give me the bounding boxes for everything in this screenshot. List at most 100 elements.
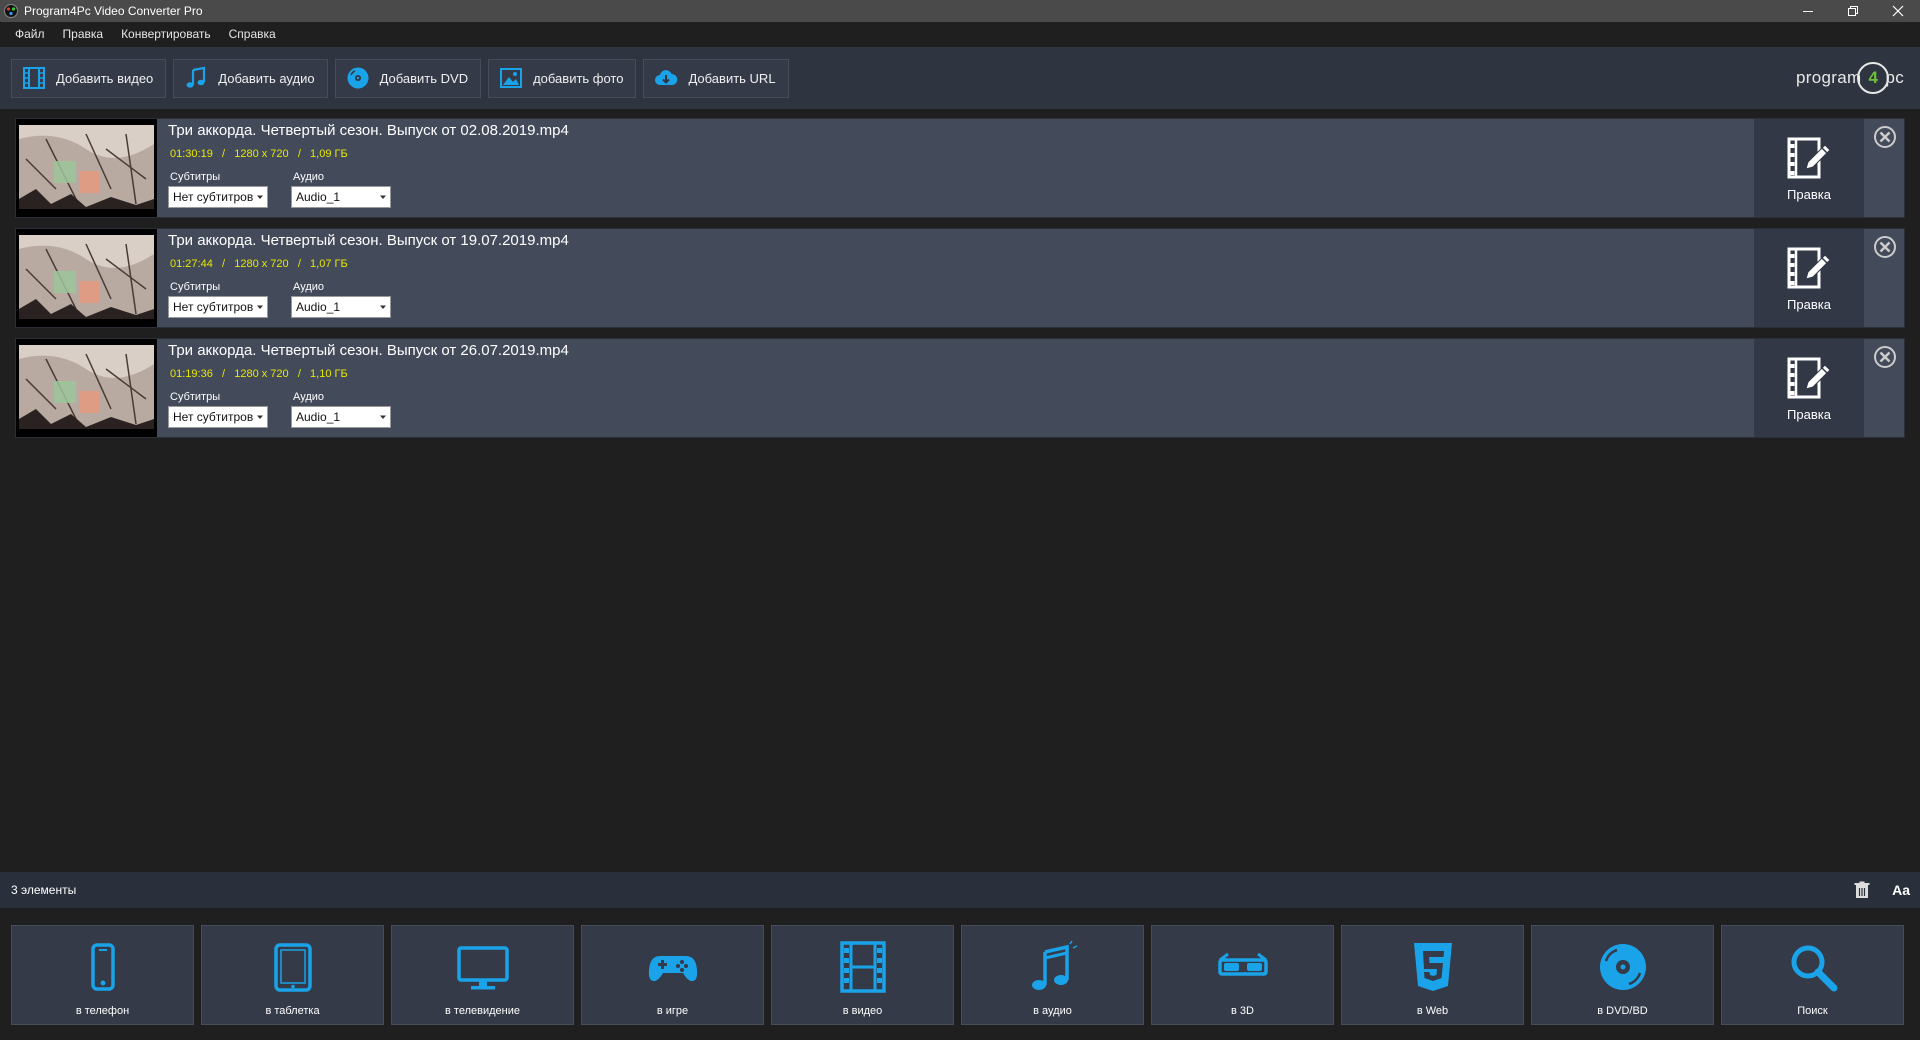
subtitles-label: Субтитры xyxy=(170,281,221,293)
close-window-button[interactable] xyxy=(1875,0,1920,22)
audio-value: Audio_1 xyxy=(296,190,341,204)
phone-icon xyxy=(90,943,115,991)
tv-icon xyxy=(456,946,509,990)
subtitles-select[interactable]: Нет субтитров xyxy=(168,296,268,318)
search-button[interactable]: Поиск xyxy=(1721,925,1904,1025)
3d-glasses-icon xyxy=(1217,952,1268,976)
video-thumbnail[interactable] xyxy=(16,119,157,217)
minimize-button[interactable] xyxy=(1785,0,1830,22)
subtitles-dropdown-arrow[interactable] xyxy=(253,297,267,317)
format-bar: в телефон в таблетка в телевидение в игр… xyxy=(0,908,1920,1040)
menu-help[interactable]: Справка xyxy=(220,22,285,47)
minimize-icon xyxy=(1802,11,1813,12)
audio-label: Аудио xyxy=(293,171,325,183)
chevron-down-icon xyxy=(257,195,263,199)
add-photo-button[interactable]: добавить фото xyxy=(488,58,637,98)
chevron-down-icon xyxy=(257,415,263,419)
music-note-icon xyxy=(186,66,206,88)
close-icon xyxy=(1892,5,1903,17)
audio-label: Аудио xyxy=(293,281,325,293)
cloud-download-icon xyxy=(655,70,678,85)
file-row[interactable]: Три аккорда. Четвертый сезон. Выпуск от … xyxy=(15,228,1905,328)
add-url-label: Добавить URL xyxy=(688,70,776,86)
subtitles-select[interactable]: Нет субтитров xyxy=(168,406,268,428)
audio-dropdown-arrow[interactable] xyxy=(376,187,390,207)
toolbar: Добавить видео Добавить аудио Добавить D… xyxy=(0,47,1920,109)
disc-icon xyxy=(347,67,369,89)
window-controls xyxy=(1785,0,1920,22)
to-web-button[interactable]: в Web xyxy=(1341,925,1524,1025)
app-logo-icon xyxy=(4,4,18,18)
restore-icon xyxy=(1847,6,1858,16)
file-name: Три аккорда. Четвертый сезон. Выпуск от … xyxy=(168,232,569,249)
subtitles-label: Субтитры xyxy=(170,171,221,183)
restore-button[interactable] xyxy=(1830,0,1875,22)
add-audio-button[interactable]: Добавить аудио xyxy=(173,58,328,98)
to-dvd-bd-button[interactable]: в DVD/BD xyxy=(1531,925,1714,1025)
to-audio-button[interactable]: в аудио xyxy=(961,925,1144,1025)
add-url-button[interactable]: Добавить URL xyxy=(643,58,789,98)
subtitles-select[interactable]: Нет субтитров xyxy=(168,186,268,208)
tablet-icon xyxy=(273,943,312,992)
format-label: в таблетка xyxy=(265,1005,320,1017)
remove-file-button[interactable] xyxy=(1873,345,1897,369)
audio-dropdown-arrow[interactable] xyxy=(376,407,390,427)
edit-button[interactable]: Правка xyxy=(1754,229,1864,327)
to-tablet-button[interactable]: в таблетка xyxy=(201,925,384,1025)
chevron-down-icon xyxy=(380,415,386,419)
audio-value: Audio_1 xyxy=(296,410,341,424)
gamepad-icon xyxy=(648,956,697,982)
to-game-button[interactable]: в игре xyxy=(581,925,764,1025)
item-count: 3 элементы xyxy=(11,883,77,897)
audio-select[interactable]: Audio_1 xyxy=(291,296,391,318)
add-dvd-label: Добавить DVD xyxy=(379,70,469,86)
file-row[interactable]: Три аккорда. Четвертый сезон. Выпуск от … xyxy=(15,338,1905,438)
edit-film-icon xyxy=(1787,247,1831,288)
file-meta: 01:30:19 / 1280 x 720 / 1,09 ГБ xyxy=(170,148,348,160)
remove-file-button[interactable] xyxy=(1873,235,1897,259)
format-label: в DVD/BD xyxy=(1597,1005,1648,1017)
audio-select[interactable]: Audio_1 xyxy=(291,406,391,428)
format-label: в телефон xyxy=(75,1005,130,1017)
status-icons: Aa xyxy=(1854,872,1910,908)
video-thumbnail[interactable] xyxy=(16,339,157,437)
format-label: в игре xyxy=(656,1005,689,1017)
remove-file-button[interactable] xyxy=(1873,125,1897,149)
edit-label: Правка xyxy=(1787,406,1831,422)
search-icon xyxy=(1791,945,1837,992)
edit-label: Правка xyxy=(1787,186,1831,202)
video-thumbnail-image xyxy=(16,229,157,327)
edit-film-icon xyxy=(1787,137,1831,178)
menu-convert[interactable]: Конвертировать xyxy=(112,22,220,47)
audio-select[interactable]: Audio_1 xyxy=(291,186,391,208)
menu-file[interactable]: Файл xyxy=(6,22,54,47)
to-video-button[interactable]: в видео xyxy=(771,925,954,1025)
file-row[interactable]: Три аккорда. Четвертый сезон. Выпуск от … xyxy=(15,118,1905,218)
audio-label: Аудио xyxy=(293,391,325,403)
trash-icon[interactable] xyxy=(1854,881,1870,899)
to-tv-button[interactable]: в телевидение xyxy=(391,925,574,1025)
edit-button[interactable]: Правка xyxy=(1754,119,1864,217)
to-phone-button[interactable]: в телефон xyxy=(11,925,194,1025)
video-thumbnail[interactable] xyxy=(16,229,157,327)
format-label: в видео xyxy=(842,1005,883,1017)
add-video-button[interactable]: Добавить видео xyxy=(11,58,167,98)
disc-icon xyxy=(1599,944,1646,990)
font-size-toggle[interactable]: Aa xyxy=(1892,882,1910,898)
format-label: в телевидение xyxy=(445,1005,520,1017)
format-label: в Web xyxy=(1416,1005,1449,1017)
edit-label: Правка xyxy=(1787,296,1831,312)
status-bar: 3 элементы Aa xyxy=(0,872,1920,908)
add-audio-label: Добавить аудио xyxy=(218,70,315,86)
menu-edit[interactable]: Правка xyxy=(54,22,113,47)
subtitles-dropdown-arrow[interactable] xyxy=(253,407,267,427)
edit-button[interactable]: Правка xyxy=(1754,339,1864,437)
to-3d-button[interactable]: в 3D xyxy=(1151,925,1334,1025)
add-dvd-button[interactable]: Добавить DVD xyxy=(334,58,482,98)
subtitles-value: Нет субтитров xyxy=(173,190,253,204)
subtitles-dropdown-arrow[interactable] xyxy=(253,187,267,207)
format-label: в аудио xyxy=(1033,1005,1072,1017)
format-label: в 3D xyxy=(1231,1005,1254,1017)
subtitles-value: Нет субтитров xyxy=(173,300,253,314)
audio-dropdown-arrow[interactable] xyxy=(376,297,390,317)
